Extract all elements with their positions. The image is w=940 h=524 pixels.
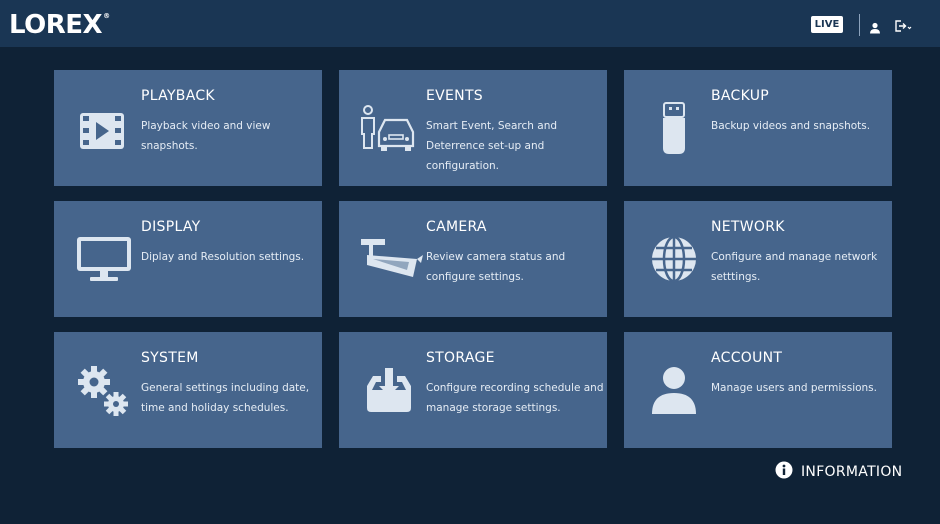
tile-description: General settings including date, time an… <box>141 382 310 414</box>
information-label: INFORMATION <box>801 464 903 480</box>
usb-drive-icon <box>644 98 704 158</box>
tile-description: Backup videos and snapshots. <box>711 120 871 132</box>
tile-system[interactable]: SYSTEM General settings including date, … <box>54 332 322 448</box>
globe-icon <box>644 229 704 289</box>
tile-events[interactable]: EVENTS Smart Event, Search and Deterrenc… <box>339 70 607 186</box>
storage-download-icon <box>359 360 419 420</box>
tile-account[interactable]: ACCOUNT Manage users and permissions. <box>624 332 892 448</box>
tile-camera[interactable]: CAMERA Review camera status and configur… <box>339 201 607 317</box>
tile-title: NETWORK <box>711 219 785 235</box>
tile-storage[interactable]: STORAGE Configure recording schedule and… <box>339 332 607 448</box>
tile-description: Manage users and permissions. <box>711 382 877 394</box>
security-camera-icon <box>359 229 423 289</box>
tile-description: Smart Event, Search and Deterrence set-u… <box>426 120 558 172</box>
header-divider <box>859 14 860 36</box>
tile-title: DISPLAY <box>141 219 201 235</box>
top-bar: LOREX® LIVE <box>0 0 940 47</box>
user-icon[interactable] <box>869 19 881 38</box>
tile-description: Configure recording schedule and manage … <box>426 382 604 414</box>
information-button[interactable]: INFORMATION <box>775 461 903 483</box>
tile-description: Configure and manage network setttings. <box>711 251 878 283</box>
tile-description: Playback video and view snapshots. <box>141 120 271 152</box>
tile-title: CAMERA <box>426 219 487 235</box>
person-car-icon <box>359 98 419 158</box>
live-button[interactable]: LIVE <box>811 16 843 33</box>
logout-icon[interactable] <box>894 18 912 37</box>
gears-icon <box>74 360 134 420</box>
account-icon <box>644 360 704 420</box>
monitor-icon <box>74 229 134 289</box>
lorex-logo: LOREX® <box>9 10 110 40</box>
tile-title: BACKUP <box>711 88 770 104</box>
tile-title: SYSTEM <box>141 350 199 366</box>
tile-title: ACCOUNT <box>711 350 783 366</box>
tile-playback[interactable]: PLAYBACK Playback video and view snapsho… <box>54 70 322 186</box>
tile-title: STORAGE <box>426 350 495 366</box>
tile-network[interactable]: NETWORK Configure and manage network set… <box>624 201 892 317</box>
tile-description: Review camera status and configure setti… <box>426 251 566 283</box>
tile-description: Diplay and Resolution settings. <box>141 251 305 263</box>
tile-display[interactable]: DISPLAY Diplay and Resolution settings. <box>54 201 322 317</box>
tile-backup[interactable]: BACKUP Backup videos and snapshots. <box>624 70 892 186</box>
tile-title: PLAYBACK <box>141 88 215 104</box>
film-play-icon <box>74 98 134 158</box>
tile-title: EVENTS <box>426 88 483 104</box>
info-icon <box>775 461 793 483</box>
menu-grid: PLAYBACK Playback video and view snapsho… <box>54 70 892 448</box>
